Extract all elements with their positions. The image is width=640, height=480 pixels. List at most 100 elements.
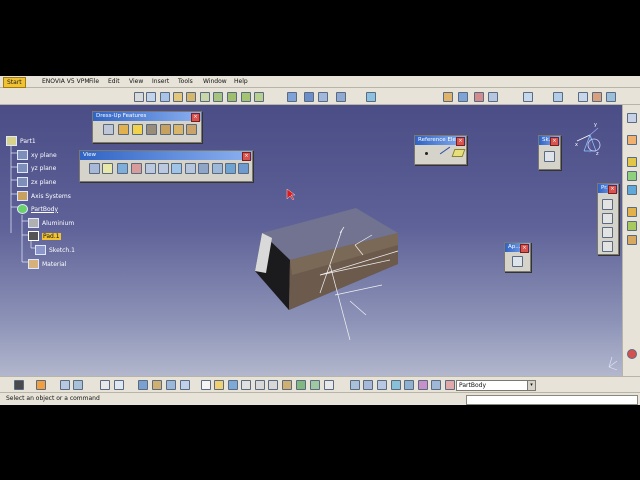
cut-icon[interactable] [186,92,196,102]
update-all-icon[interactable] [73,380,83,390]
boolean-icon[interactable] [602,227,613,238]
fillet-icon[interactable] [103,124,114,135]
3d-viewport[interactable]: y x z Part1 xy plane yz plane zx plane A… [0,105,622,376]
insert-body-icon[interactable] [602,213,613,224]
geometrical-set-icon[interactable] [602,241,613,252]
menu-file[interactable]: File [89,78,99,85]
zoom-out-icon[interactable] [158,163,169,174]
swap-visible-icon[interactable] [592,92,602,102]
measure-inertia-icon[interactable] [166,380,176,390]
pad-solid[interactable] [255,208,398,310]
tree-node-part[interactable]: Part1 [6,136,36,146]
properties-icon[interactable] [606,92,616,102]
tree-node-yz-plane[interactable]: yz plane [17,163,56,173]
swap-visible-space-icon[interactable] [225,163,236,174]
redo-icon[interactable] [241,92,251,102]
hole-icon[interactable] [627,207,637,217]
remove-face-icon[interactable] [186,124,197,135]
measure-icon[interactable] [445,380,455,390]
tree-node-zx-plane[interactable]: zx plane [17,177,56,187]
analysis-icon[interactable] [458,92,468,102]
redo-icon[interactable] [310,380,320,390]
open-file-icon[interactable] [214,380,224,390]
paste-icon[interactable] [282,380,292,390]
formula-fx-icon[interactable] [100,380,110,390]
fit-all-in-icon[interactable] [102,163,113,174]
apply-material-icon[interactable] [512,256,523,267]
print-icon[interactable] [173,92,183,102]
close-icon[interactable]: × [608,185,617,194]
fly-mode-icon[interactable] [366,92,376,102]
slot-icon[interactable] [627,235,637,245]
point-icon[interactable] [425,152,428,155]
toolbar-title[interactable]: Sk... × [539,136,560,146]
toolbar-title[interactable]: Pr... × [598,184,618,194]
catalog-icon[interactable] [138,380,148,390]
whats-this-icon[interactable] [254,92,264,102]
shaft-icon[interactable] [627,171,637,181]
compass[interactable]: y x z [575,122,601,157]
close-icon[interactable]: × [550,137,559,146]
current-body-select[interactable]: PartBody ▾ [456,380,536,391]
sketcher-icon[interactable] [443,92,453,102]
hide-icon[interactable] [418,380,428,390]
zoom-view-icon[interactable] [377,380,387,390]
grid-icon[interactable] [553,92,563,102]
copy-icon[interactable] [200,92,210,102]
rotate-icon[interactable] [131,163,142,174]
create-multi-view-icon[interactable] [238,163,249,174]
quick-view-icon[interactable] [185,163,196,174]
open-icon[interactable] [146,92,156,102]
close-icon[interactable]: × [191,113,200,122]
normal-view-icon[interactable] [171,163,182,174]
undo-icon[interactable] [227,92,237,102]
help-icon[interactable] [324,380,334,390]
new-file-icon[interactable] [201,380,211,390]
sketch-icon[interactable] [544,151,555,162]
save-icon[interactable] [160,92,170,102]
pan-icon[interactable] [287,92,297,102]
toolbar-title[interactable]: Ap... × [505,243,530,253]
print-file-icon[interactable] [241,380,251,390]
line-icon[interactable] [439,146,451,155]
paste-icon[interactable] [213,92,223,102]
toolbar-title[interactable]: View × [80,151,252,161]
tree-node-pad[interactable]: Pad.1 [28,231,61,241]
menu-window[interactable]: Window [203,78,227,85]
menu-edit[interactable]: Edit [108,78,120,85]
fly-mode-icon[interactable] [89,163,100,174]
menu-help[interactable]: Help [234,78,248,85]
rib-icon[interactable] [627,221,637,231]
save-file-icon[interactable] [228,380,238,390]
swap-icon[interactable] [431,380,441,390]
menu-tools[interactable]: Tools [178,78,193,85]
fit-all-icon[interactable] [336,92,346,102]
start-menu-button[interactable]: Start [3,77,26,88]
rotate-icon[interactable] [304,92,314,102]
table-icon[interactable] [523,92,533,102]
groove-icon[interactable] [627,185,637,195]
zoom-icon[interactable] [318,92,328,102]
sketch-analysis-icon[interactable] [152,380,162,390]
tree-node-material[interactable]: Material [28,259,66,269]
rotate-view-icon[interactable] [363,380,373,390]
pocket-icon[interactable] [627,157,637,167]
new-body-icon[interactable] [602,199,613,210]
tree-node-axis-systems[interactable]: Axis Systems [17,191,71,201]
undo-icon[interactable] [296,380,306,390]
pad-icon[interactable] [627,135,637,145]
toolbar-title[interactable]: Dress-Up Features × [93,112,201,122]
chevron-down-icon[interactable]: ▾ [527,381,535,390]
close-icon[interactable]: × [242,152,251,161]
camera-icon[interactable] [14,380,24,390]
thickness-icon[interactable] [160,124,171,135]
update-icon[interactable] [60,380,70,390]
chamfer-icon[interactable] [118,124,129,135]
settings-icon[interactable] [627,113,637,123]
comment-icon[interactable] [114,380,124,390]
tools-icon[interactable] [36,380,46,390]
measure-item-icon[interactable] [488,92,498,102]
toolbar-title[interactable]: Reference Ele... × [415,136,466,146]
menu-enovia[interactable]: ENOVIA V5 VPM [42,78,90,85]
menu-view[interactable]: View [129,78,143,85]
